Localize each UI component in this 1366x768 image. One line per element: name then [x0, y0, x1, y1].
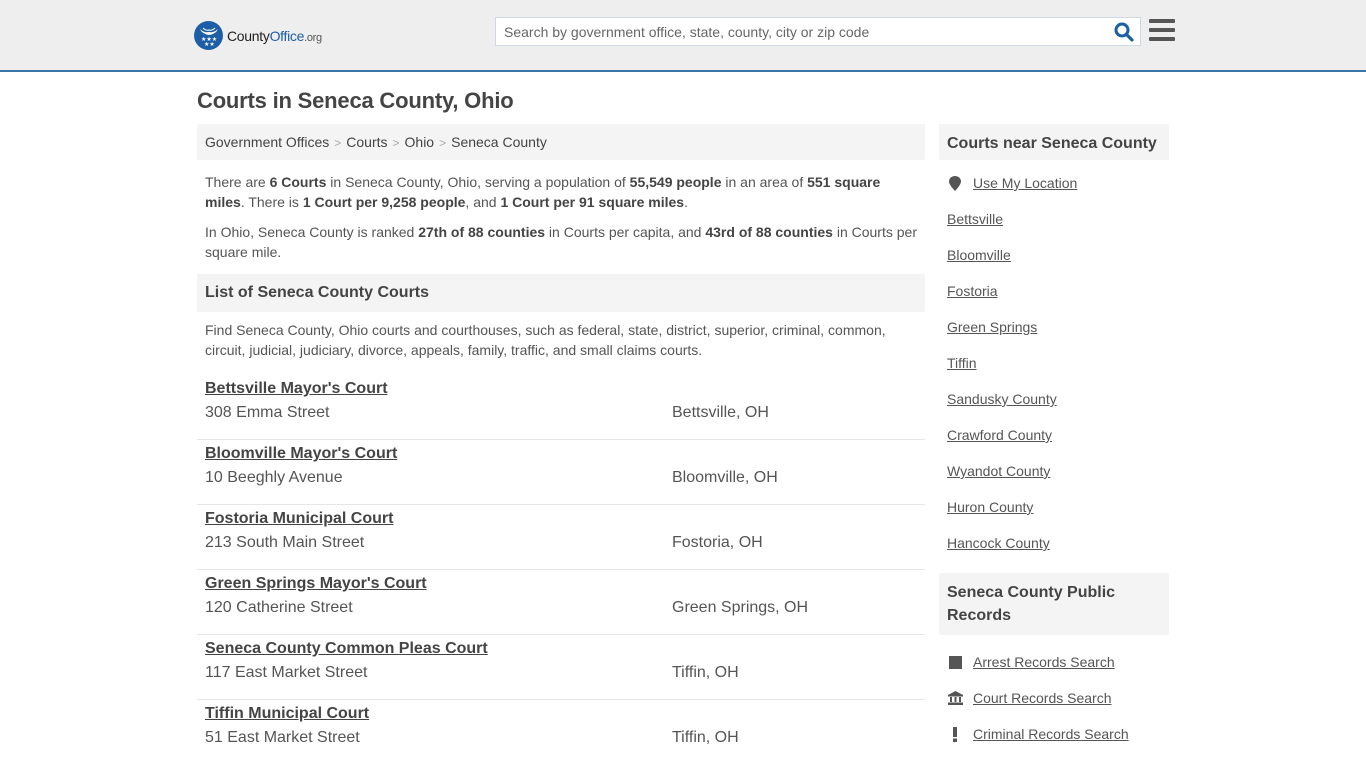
search-button[interactable] [1114, 22, 1134, 42]
courts-list-heading: List of Seneca County Courts [197, 274, 925, 312]
court-records-link[interactable]: Court Records Search [973, 689, 1112, 707]
nearby-item: Bloomville [939, 246, 1169, 282]
nearby-link-wyandot-county[interactable]: Wyandot County [947, 462, 1050, 480]
search-box [495, 17, 1141, 46]
nearby-link-bloomville[interactable]: Bloomville [947, 246, 1011, 264]
svg-text:★★: ★★ [204, 41, 215, 46]
court-link[interactable]: Fostoria Municipal Court [205, 510, 393, 528]
logo-wordmark: CountyOffice.org [227, 27, 322, 44]
breadcrumb-separator: > [439, 136, 447, 150]
eagle-stars-badge-icon: ★★★ ★★ [194, 21, 223, 50]
court-link[interactable]: Bloomville Mayor's Court [205, 445, 397, 463]
use-my-location-item: Use My Location [939, 174, 1169, 210]
court-item: Tiffin Municipal Court 51 East Market St… [197, 700, 925, 765]
records-item: Arrest Records Search [939, 653, 1169, 689]
main-content: Government Offices > Courts > Ohio > Seneca Co… [197, 124, 925, 765]
hamburger-menu-icon[interactable] [1149, 19, 1175, 43]
search-icon [1114, 22, 1134, 42]
breadcrumb-seneca-county[interactable]: Seneca County [451, 134, 547, 150]
page-title: Courts in Seneca County, Ohio [197, 88, 514, 113]
arrest-records-link[interactable]: Arrest Records Search [973, 653, 1115, 671]
court-city: Tiffin, OH [672, 729, 739, 746]
county-summary: There are 6 Courts in Seneca County, Ohi… [197, 172, 925, 262]
nearby-item: Tiffin [939, 354, 1169, 390]
nearby-item: Bettsville [939, 210, 1169, 246]
nearby-link-sandusky-county[interactable]: Sandusky County [947, 390, 1057, 408]
court-link[interactable]: Seneca County Common Pleas Court [205, 640, 488, 658]
breadcrumb-government-offices[interactable]: Government Offices [205, 134, 329, 150]
court-address: 213 South Main Street [205, 534, 365, 551]
public-records-list: Arrest Records Search Court Records Sear… [939, 653, 1169, 761]
court-city: Bettsville, OH [672, 404, 769, 421]
courts-list-description: Find Seneca County, Ohio courts and cour… [205, 322, 886, 358]
nearby-link-huron-county[interactable]: Huron County [947, 498, 1033, 516]
nearby-item: Fostoria [939, 282, 1169, 318]
nearby-link-hancock-county[interactable]: Hancock County [947, 534, 1050, 552]
records-item: Court Records Search [939, 689, 1169, 725]
map-pin-icon [947, 175, 963, 191]
site-header: ★★★ ★★ CountyOffice.org [0, 0, 1366, 72]
court-link[interactable]: Green Springs Mayor's Court [205, 575, 427, 593]
sidebar: Courts near Seneca County Use My Locatio… [939, 124, 1169, 761]
court-address: 10 Beeghly Avenue [205, 469, 343, 486]
summary-paragraph: There are 6 Courts in Seneca County, Ohi… [205, 174, 881, 210]
nearby-item: Crawford County [939, 426, 1169, 462]
nearby-link-green-springs[interactable]: Green Springs [947, 318, 1037, 336]
nearby-link-bettsville[interactable]: Bettsville [947, 210, 1003, 228]
court-city: Green Springs, OH [672, 599, 809, 616]
court-address: 308 Emma Street [205, 404, 330, 421]
nearby-courts-heading: Courts near Seneca County [939, 124, 1169, 160]
breadcrumb-courts[interactable]: Courts [346, 134, 387, 150]
nearby-item: Huron County [939, 498, 1169, 534]
court-item: Seneca County Common Pleas Court 117 Eas… [197, 635, 925, 700]
court-link[interactable]: Tiffin Municipal Court [205, 705, 369, 723]
court-item: Bloomville Mayor's Court 10 Beeghly Aven… [197, 440, 925, 505]
site-logo[interactable]: ★★★ ★★ CountyOffice.org [194, 21, 322, 50]
breadcrumb-ohio[interactable]: Ohio [405, 134, 435, 150]
breadcrumb-separator: > [392, 136, 400, 150]
nearby-item: Wyandot County [939, 462, 1169, 498]
nearby-courts-list: Use My Location Bettsville Bloomville Fo… [939, 174, 1169, 570]
court-item: Fostoria Municipal Court 213 South Main … [197, 505, 925, 570]
square-icon [947, 654, 963, 670]
breadcrumb: Government Offices > Courts > Ohio > Seneca Co… [197, 124, 925, 160]
courthouse-icon [947, 690, 963, 706]
nearby-link-fostoria[interactable]: Fostoria [947, 282, 998, 300]
nearby-item: Hancock County [939, 534, 1169, 570]
court-item: Green Springs Mayor's Court 120 Catherin… [197, 570, 925, 635]
search-input[interactable] [496, 18, 1106, 45]
court-city: Bloomville, OH [672, 469, 778, 486]
nearby-item: Green Springs [939, 318, 1169, 354]
court-address: 117 East Market Street [205, 664, 368, 681]
court-item: Bettsville Mayor's Court 308 Emma Street… [197, 378, 925, 440]
criminal-records-link[interactable]: Criminal Records Search [973, 725, 1129, 743]
breadcrumb-separator: > [334, 136, 342, 150]
court-address: 120 Catherine Street [205, 599, 353, 616]
nearby-item: Sandusky County [939, 390, 1169, 426]
ranking-paragraph: In Ohio, Seneca County is ranked 27th of… [205, 224, 917, 260]
court-link[interactable]: Bettsville Mayor's Court [205, 380, 388, 398]
public-records-heading: Seneca County Public Records [939, 573, 1169, 635]
nearby-link-crawford-county[interactable]: Crawford County [947, 426, 1052, 444]
court-address: 51 East Market Street [205, 729, 360, 746]
records-item: Criminal Records Search [939, 725, 1169, 761]
courts-list: Bettsville Mayor's Court 308 Emma Street… [197, 378, 925, 765]
exclamation-icon [947, 726, 963, 742]
court-city: Fostoria, OH [672, 534, 763, 551]
use-my-location-link[interactable]: Use My Location [973, 174, 1077, 192]
nearby-link-tiffin[interactable]: Tiffin [947, 354, 977, 372]
court-city: Tiffin, OH [672, 664, 739, 681]
